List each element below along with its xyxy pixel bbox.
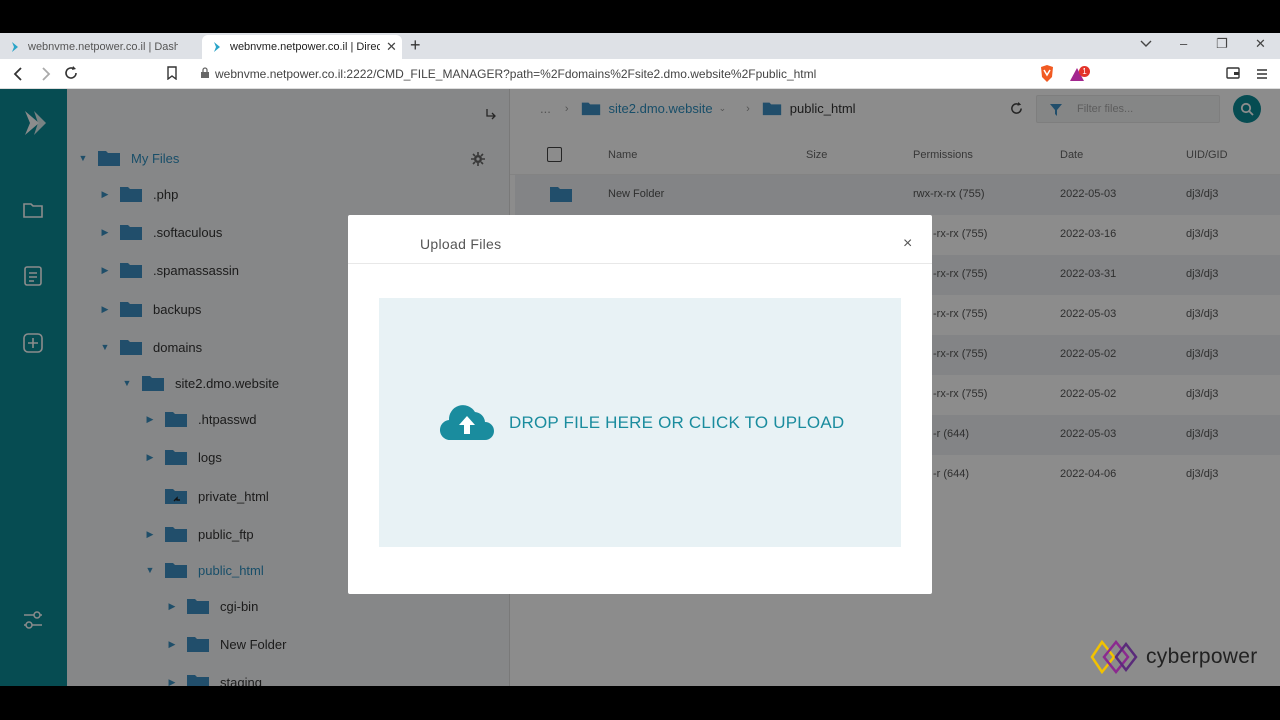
bookmark-icon[interactable] — [166, 66, 178, 80]
browser-tab-bar: webnvme.netpower.co.il | Dashboard webnv… — [0, 33, 1280, 59]
new-tab-button[interactable]: + — [410, 35, 421, 56]
address-bar: webnvme.netpower.co.il:2222/CMD_FILE_MAN… — [0, 59, 1280, 89]
drop-file-text[interactable]: DROP FILE HERE OR CLICK TO UPLOAD — [509, 413, 844, 433]
forward-icon[interactable] — [40, 67, 52, 81]
file-drop-zone[interactable]: DROP FILE HERE OR CLICK TO UPLOAD — [379, 298, 901, 547]
modal-divider — [348, 263, 932, 264]
tab-file-manager[interactable]: webnvme.netpower.co.il | DirectA ✕ — [202, 35, 402, 59]
cloud-upload-icon — [439, 405, 494, 441]
directadmin-favicon-icon — [214, 42, 220, 52]
reload-icon[interactable] — [64, 66, 78, 80]
tab-search-chevron-icon[interactable] — [1140, 40, 1152, 48]
watermark-text: cyberpower — [1146, 645, 1258, 668]
menu-icon[interactable] — [1256, 68, 1268, 80]
modal-title: Upload Files — [420, 236, 502, 252]
notification-badge: 1 — [1079, 66, 1090, 77]
close-icon[interactable]: × — [903, 235, 912, 253]
url-text[interactable]: webnvme.netpower.co.il:2222/CMD_FILE_MAN… — [215, 67, 816, 81]
upload-files-modal: Upload Files × DROP FILE HERE OR CLICK T… — [348, 215, 932, 594]
restore-button[interactable]: ❐ — [1216, 36, 1228, 52]
back-icon[interactable] — [12, 67, 24, 81]
bottom-black-bar — [0, 686, 1280, 720]
tab-title: webnvme.netpower.co.il | DirectA — [230, 41, 380, 53]
brave-shield-icon[interactable] — [1039, 65, 1055, 83]
tab-dashboard[interactable]: webnvme.netpower.co.il | Dashboard — [0, 35, 200, 59]
directadmin-favicon-icon — [12, 42, 18, 52]
minimize-button[interactable]: – — [1180, 36, 1187, 51]
tab-close-icon[interactable]: ✕ — [386, 39, 397, 55]
cyberpower-logo-icon — [1090, 640, 1138, 674]
lock-icon — [201, 67, 209, 78]
tab-title: webnvme.netpower.co.il | Dashboard — [28, 41, 178, 53]
cyberpower-logo: cyberpower — [1090, 640, 1258, 674]
wallet-icon[interactable] — [1226, 67, 1240, 79]
close-window-button[interactable]: ✕ — [1255, 36, 1266, 52]
